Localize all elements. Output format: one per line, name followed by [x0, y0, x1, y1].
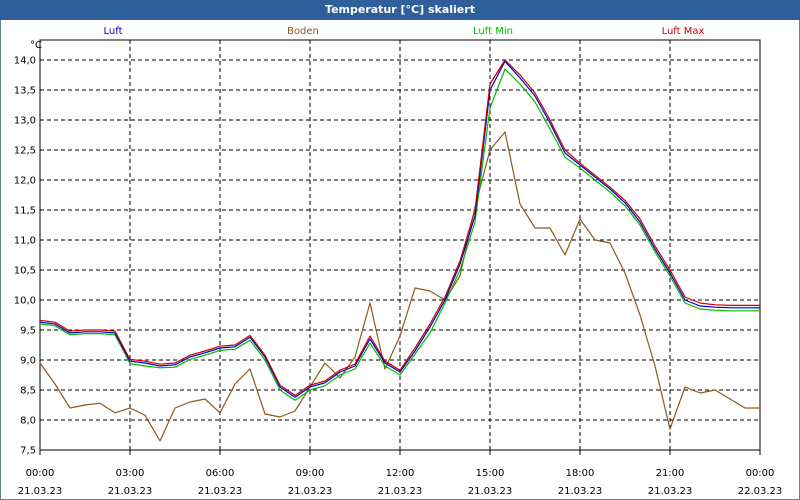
legend-entry: Boden — [287, 26, 319, 37]
y-tick-label: 11,0 — [14, 236, 36, 247]
x-tick-date: 21.03.23 — [648, 486, 693, 497]
x-tick-time: 21:00 — [656, 468, 685, 479]
y-tick-label: 10,5 — [14, 266, 36, 277]
x-tick-date: 21.03.23 — [378, 486, 423, 497]
x-tick-date: 21.03.23 — [18, 486, 63, 497]
y-tick-label: 11,5 — [14, 206, 36, 217]
legend-entry: Luft Min — [473, 26, 513, 37]
y-tick-label: 13,0 — [14, 116, 36, 127]
y-tick-label: 10,0 — [14, 296, 36, 307]
x-tick-time: 06:00 — [206, 468, 235, 479]
x-tick-time: 03:00 — [116, 468, 145, 479]
y-tick-label: 12,0 — [14, 176, 36, 187]
x-tick-time: 15:00 — [476, 468, 505, 479]
x-tick-date: 21.03.23 — [108, 486, 153, 497]
legend-entry: Luft — [104, 26, 123, 37]
x-tick-time: 00:00 — [746, 468, 775, 479]
y-axis-ticks: 7,5 8,0 8,5 9,0 9,5 10,0 10,5 11,0 11,5 12,0 12,5 1… — [14, 56, 36, 457]
x-tick-date: 21.03.23 — [558, 486, 603, 497]
y-tick-label: 9,0 — [20, 356, 36, 367]
y-axis-unit: °C — [30, 40, 42, 51]
x-tick-date: 21.03.23 — [288, 486, 333, 497]
x-tick-time: 18:00 — [566, 468, 595, 479]
x-tick-time: 00:00 — [26, 468, 55, 479]
legend-entry: Luft Max — [662, 26, 705, 37]
y-tick-label: 7,5 — [20, 446, 36, 457]
x-tick-date: 21.03.23 — [468, 486, 513, 497]
line-chart: 7,5 8,0 8,5 9,0 9,5 10,0 10,5 11,0 11,5 12,0 12,5 1… — [14, 26, 783, 497]
x-tick-date: 22.03.23 — [738, 486, 783, 497]
x-tick-time: 12:00 — [386, 468, 415, 479]
x-tick-time: 09:00 — [296, 468, 325, 479]
y-tick-label: 14,0 — [14, 56, 36, 67]
y-tick-label: 8,0 — [20, 416, 36, 427]
x-tick-date: 21.03.23 — [198, 486, 243, 497]
y-tick-label: 8,5 — [20, 386, 36, 397]
y-tick-label: 9,5 — [20, 326, 36, 337]
y-tick-label: 13,5 — [14, 86, 36, 97]
y-tick-label: 12,5 — [14, 146, 36, 157]
legend: Luft Boden Luft Min Luft Max — [104, 26, 705, 37]
x-axis-ticks: 00:00 21.03.23 03:00 21.03.23 06:00 21.03.23 0… — [18, 468, 783, 497]
